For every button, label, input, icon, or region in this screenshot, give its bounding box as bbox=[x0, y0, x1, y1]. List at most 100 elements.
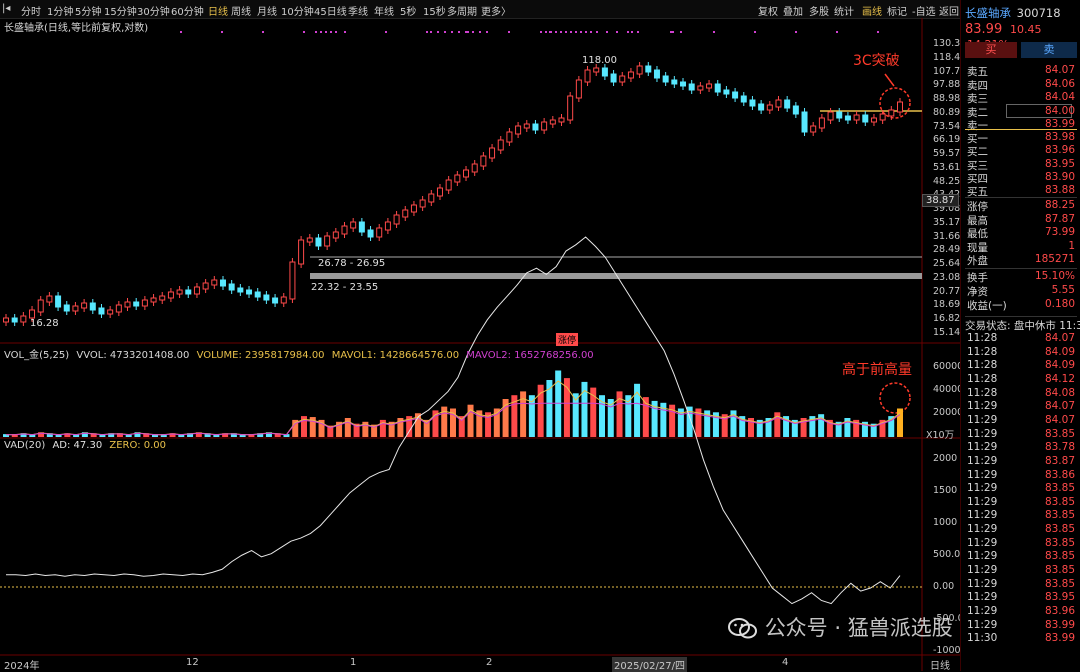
volume-bar bbox=[897, 408, 903, 437]
toolbar-tool[interactable]: 标记 bbox=[887, 3, 907, 18]
toolbar-tool[interactable]: -自选 bbox=[912, 3, 936, 18]
period-tab[interactable]: 月线 bbox=[257, 3, 277, 18]
signal-dot bbox=[385, 31, 387, 33]
signal-dot bbox=[315, 31, 317, 33]
period-tab[interactable]: 更多 bbox=[481, 3, 501, 18]
signal-dot bbox=[596, 31, 598, 33]
volume-title: VOL_金(5,25) bbox=[4, 350, 70, 361]
left-arrow-icon[interactable]: |◂ bbox=[2, 3, 10, 14]
period-tab[interactable]: 60分钟 bbox=[171, 3, 204, 18]
bid-row[interactable]: 买二 83.96 bbox=[965, 144, 1079, 158]
period-tab[interactable]: 季线 bbox=[348, 3, 368, 18]
candle-body bbox=[532, 123, 539, 131]
tick-row: 11:29 83.85 bbox=[965, 523, 1079, 537]
candle-body bbox=[593, 67, 600, 73]
stat-row[interactable]: 最高 87.87 bbox=[965, 213, 1079, 227]
bid-row[interactable]: 买三 83.95 bbox=[965, 158, 1079, 172]
candle-body bbox=[445, 179, 452, 191]
vad-tick-label: 500.0 bbox=[933, 549, 961, 560]
volume-unit: X10万 bbox=[926, 430, 955, 441]
stat-row[interactable]: 涨停 88.25 bbox=[965, 199, 1079, 213]
bid-row[interactable]: 买五 83.88 bbox=[965, 184, 1079, 198]
candle-body bbox=[133, 301, 140, 307]
tick-price: 83.96 bbox=[1044, 605, 1075, 617]
signal-dot bbox=[467, 31, 469, 33]
tick-time: 11:29 bbox=[967, 427, 998, 440]
stat-row[interactable]: 收益(一) 0.180 bbox=[965, 298, 1079, 312]
period-tab[interactable]: 日线 bbox=[208, 3, 228, 18]
chart-canvas[interactable] bbox=[0, 18, 960, 671]
more-chevron-icon[interactable]: 〉 bbox=[501, 3, 511, 18]
toolbar-tool[interactable]: 统计 bbox=[834, 3, 854, 18]
tick-price: 83.87 bbox=[1044, 454, 1075, 467]
signal-dot bbox=[585, 31, 587, 33]
candle-body bbox=[836, 111, 843, 119]
period-tab[interactable]: 10分钟 bbox=[281, 3, 314, 18]
period-tab[interactable]: 45日线 bbox=[314, 3, 347, 18]
tick-price: 84.08 bbox=[1044, 386, 1075, 399]
breakout-annotation: 3C突破 bbox=[853, 53, 900, 69]
toolbar-tool[interactable]: 复权 bbox=[758, 3, 778, 18]
tick-price: 83.85 bbox=[1044, 509, 1075, 522]
tick-price: 83.85 bbox=[1044, 536, 1075, 549]
signal-dot bbox=[303, 31, 305, 33]
stock-name[interactable]: 长盛轴承 bbox=[965, 6, 1011, 20]
time-tick-label: 1 bbox=[350, 657, 357, 668]
toolbar-tool[interactable]: 返回 bbox=[939, 3, 959, 18]
chart-area[interactable] bbox=[0, 18, 960, 671]
candle-body bbox=[410, 204, 417, 213]
sell-button[interactable]: 卖 bbox=[1021, 42, 1077, 58]
candle-body bbox=[775, 99, 782, 108]
stat-row[interactable]: 最低 73.99 bbox=[965, 226, 1079, 240]
tick-price: 84.12 bbox=[1044, 372, 1075, 385]
candle-body bbox=[489, 147, 496, 159]
volume-highlight-circle bbox=[879, 382, 911, 414]
period-tab[interactable]: 5秒 bbox=[400, 3, 416, 18]
candle-body bbox=[463, 169, 470, 178]
period-tab[interactable]: 年线 bbox=[374, 3, 394, 18]
signal-dot bbox=[565, 31, 567, 33]
period-tab[interactable]: 5分钟 bbox=[75, 3, 101, 18]
period-tab[interactable]: 15分钟 bbox=[104, 3, 137, 18]
stat-row[interactable]: 外盘 185271 bbox=[965, 253, 1079, 267]
signal-dot bbox=[426, 31, 428, 33]
candle-body bbox=[784, 99, 791, 109]
ask-row[interactable]: 卖三 84.04 bbox=[965, 91, 1079, 105]
tick-row: 11:29 84.07 bbox=[965, 414, 1079, 428]
signal-dot bbox=[451, 31, 453, 33]
range-label-2: 22.32 - 23.55 bbox=[311, 282, 379, 293]
period-tab[interactable]: 多周期 bbox=[447, 3, 477, 18]
toolbar-tool[interactable]: 叠加 bbox=[783, 3, 803, 18]
toolbar-tool[interactable]: 多股 bbox=[809, 3, 829, 18]
period-tab[interactable]: 周线 bbox=[231, 3, 251, 18]
period-tab[interactable]: 1分钟 bbox=[47, 3, 73, 18]
ask-row[interactable]: 卖二 84.00 bbox=[965, 105, 1079, 119]
stat-row[interactable]: 换手 15.10% bbox=[965, 270, 1079, 284]
bid-row[interactable]: 买四 83.90 bbox=[965, 171, 1079, 185]
candle-body bbox=[428, 193, 435, 203]
candle-body bbox=[723, 89, 730, 95]
tick-row: 11:29 83.85 bbox=[965, 578, 1079, 592]
stat-row[interactable]: 现量 1 bbox=[965, 240, 1079, 254]
candle-body bbox=[766, 104, 773, 111]
candle-body bbox=[124, 301, 131, 308]
bid-row-value: 83.96 bbox=[1044, 144, 1075, 157]
signal-dot bbox=[670, 31, 672, 33]
bid-row[interactable]: 买一 83.98 bbox=[965, 131, 1079, 145]
stat-row[interactable]: 净资 5.55 bbox=[965, 284, 1079, 298]
toolbar-tool[interactable]: 画线 bbox=[862, 3, 882, 18]
tick-row: 11:30 83.99 bbox=[965, 632, 1079, 646]
period-tab[interactable]: 15秒 bbox=[423, 3, 446, 18]
signal-dot bbox=[344, 31, 346, 33]
candle-body bbox=[367, 229, 374, 238]
ask-row[interactable]: 卖四 84.06 bbox=[965, 78, 1079, 92]
period-tab[interactable]: 30分钟 bbox=[137, 3, 170, 18]
bid-row-value: 83.88 bbox=[1044, 184, 1075, 197]
tick-time: 11:29 bbox=[967, 550, 998, 563]
status-divider bbox=[965, 316, 1077, 317]
tick-price: 83.85 bbox=[1044, 482, 1075, 495]
period-tab[interactable]: 分时 bbox=[21, 3, 41, 18]
low-price-label: 16.28 bbox=[30, 318, 59, 329]
buy-button[interactable]: 买 bbox=[965, 42, 1017, 58]
ask-row[interactable]: 卖五 84.07 bbox=[965, 64, 1079, 78]
